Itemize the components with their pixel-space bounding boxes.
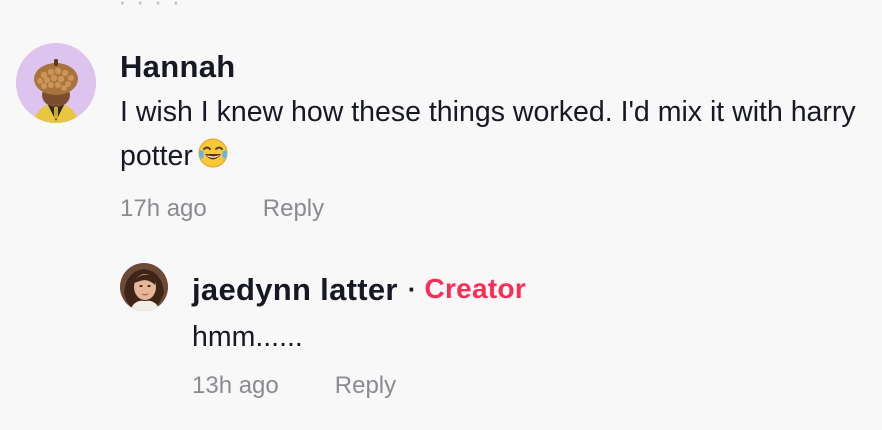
reply-item: jaedynn latter · Creator hmm...... 13h a… xyxy=(120,263,860,400)
profile-photo-icon xyxy=(120,263,168,311)
reply-text: hmm...... xyxy=(192,321,303,353)
username[interactable]: jaedynn latter xyxy=(192,265,398,315)
creator-badge: Creator xyxy=(424,273,527,304)
acorn-avatar-icon xyxy=(16,43,96,123)
reply-timestamp: 13h ago xyxy=(192,372,279,399)
face-with-tears-of-joy-icon xyxy=(197,137,229,182)
previous-comment-fragment: · · · · xyxy=(118,0,398,8)
reply-button[interactable]: Reply xyxy=(263,195,324,223)
comment-text: I wish I knew how these things worked. I… xyxy=(120,90,860,182)
avatar[interactable] xyxy=(16,43,96,123)
comment-item: Hannah I wish I knew how these things wo… xyxy=(16,43,876,223)
comment-timestamp: 17h ago xyxy=(120,195,207,222)
separator-dot: · xyxy=(407,273,417,304)
reply-button[interactable]: Reply xyxy=(335,372,396,400)
avatar[interactable] xyxy=(120,263,168,311)
username[interactable]: Hannah xyxy=(120,45,235,89)
